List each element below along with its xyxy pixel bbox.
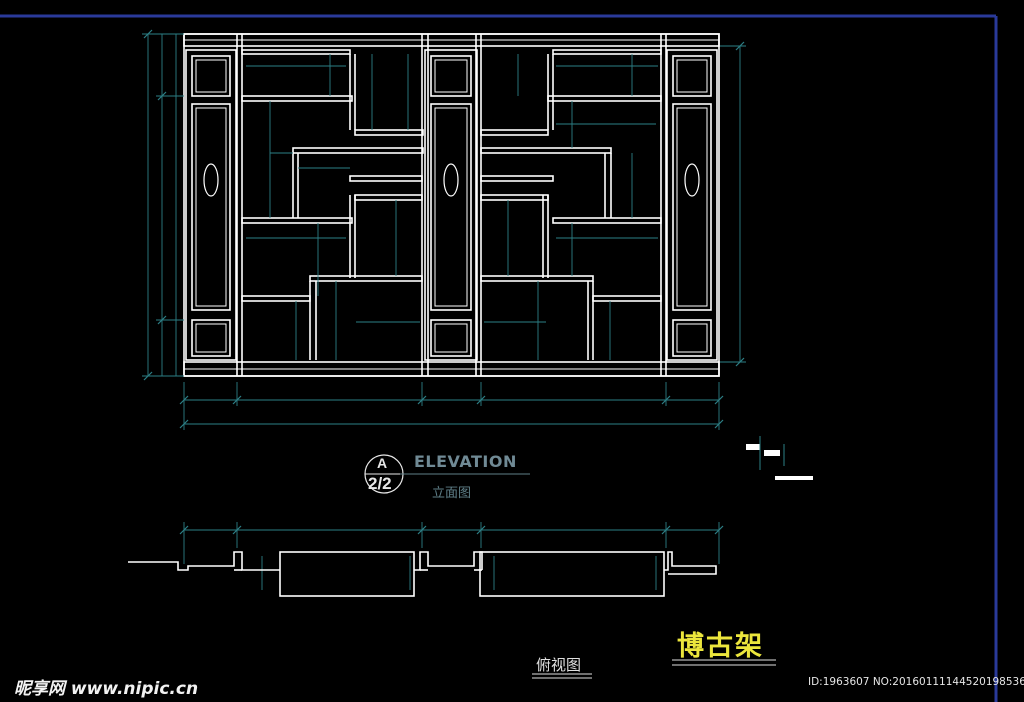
watermark-site: 昵享网 www.nipic.cn: [14, 679, 199, 699]
plan-view-title: 俯视图: [536, 656, 582, 674]
section-ref-sheet: 2/2: [368, 474, 392, 493]
elevation-subtitle: 立面图: [432, 486, 472, 501]
watermark-id: ID:1963607 NO:20160111144520198536: [808, 676, 1024, 688]
elevation-title: ELEVATION: [414, 452, 517, 471]
drawing-main-title: 博古架: [677, 631, 764, 662]
cad-drawing-canvas: [0, 0, 1024, 702]
section-ref-letter: A: [377, 455, 388, 471]
